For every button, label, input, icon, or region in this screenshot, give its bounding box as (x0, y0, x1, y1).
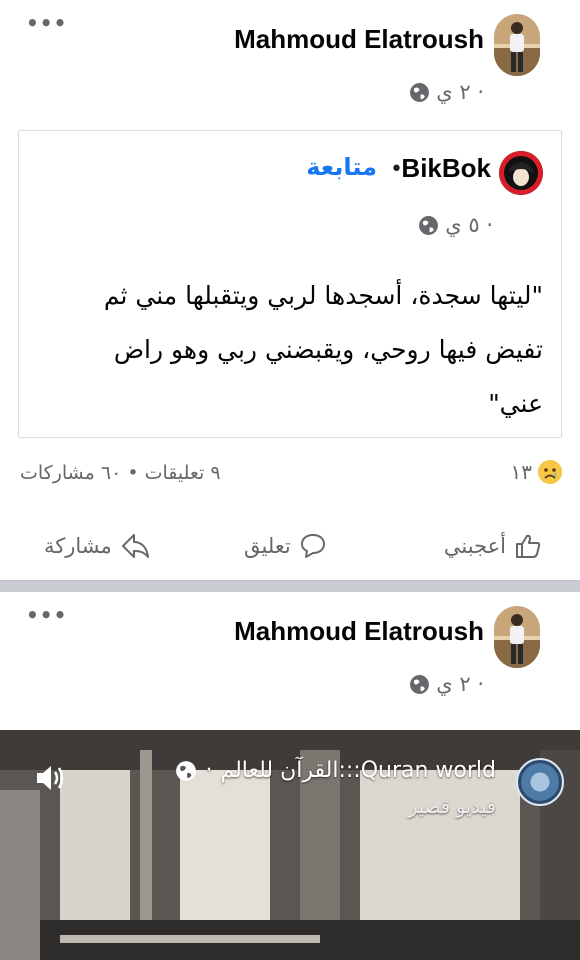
shared-time[interactable]: ٥ ي · (445, 213, 493, 237)
shared-meta: ٥ ي · (418, 213, 493, 237)
video-subtitle: فيديو قصير (408, 796, 496, 818)
post-card: ••• Mahmoud Elatroush ٢ ي · (0, 592, 580, 730)
reactions-summary[interactable]: ١٣ (511, 460, 562, 484)
avatar[interactable] (494, 606, 540, 668)
like-button[interactable]: أعجبني (444, 532, 542, 560)
like-label: أعجبني (443, 534, 506, 558)
comment-label: تعليق (244, 534, 291, 558)
sad-reaction-icon (538, 460, 562, 484)
post-author[interactable]: Mahmoud Elatroush (234, 24, 484, 55)
channel-header: · القرآن للعالم:::Quran world (175, 758, 496, 783)
shared-post[interactable]: BikBok • متابعة ٥ ي · "ليتها سجدة، أسجده… (18, 130, 562, 438)
post-time[interactable]: ٢ ي · (436, 672, 484, 696)
avatar-photo-icon (494, 14, 540, 76)
comment-button[interactable]: تعليق (244, 532, 327, 560)
share-button[interactable]: مشاركة (44, 532, 150, 560)
globe-icon (419, 215, 439, 235)
more-options-button[interactable]: ••• (26, 605, 67, 625)
avatar[interactable] (494, 14, 540, 76)
post-text: "ليتها سجدة، أسجدها لربي ويتقبلها مني ثم… (103, 281, 543, 418)
shared-author[interactable]: BikBok (401, 153, 491, 184)
reactions-count: ١٣ (510, 460, 532, 484)
channel-avatar[interactable] (516, 758, 564, 806)
more-options-button[interactable]: ••• (26, 13, 67, 33)
channel-name[interactable]: القرآن للعالم:::Quran world (220, 758, 496, 783)
share-icon (121, 534, 149, 558)
avatar-cartoon-icon (499, 151, 543, 195)
post-stats: ١٣ ٩ تعليقات • ٦٠ مشاركات (0, 452, 580, 492)
action-bar: أعجبني تعليق مشاركة (0, 522, 580, 572)
globe-icon (410, 82, 430, 102)
post-card: ••• Mahmoud Elatroush ٢ ي · BikBok • متا… (0, 0, 580, 580)
post-meta: ٢ ي · (409, 80, 484, 104)
avatar-photo-icon (494, 606, 540, 668)
post-meta: ٢ ي · (409, 672, 484, 696)
comment-icon (300, 534, 325, 558)
post-time[interactable]: ٢ ي · (436, 80, 484, 104)
volume-button[interactable] (34, 762, 70, 798)
comments-shares-count[interactable]: ٩ تعليقات • ٦٠ مشاركات (20, 462, 221, 484)
video-player[interactable]: · القرآن للعالم:::Quran world فيديو قصير (0, 730, 580, 960)
separator-dot: • (390, 157, 403, 182)
thumbs-up-icon (516, 534, 541, 558)
feed-separator (0, 580, 580, 592)
post-author[interactable]: Mahmoud Elatroush (234, 616, 484, 647)
follow-button[interactable]: متابعة (306, 153, 377, 181)
dot-separator: · (205, 758, 213, 783)
globe-icon (176, 760, 197, 781)
share-label: مشاركة (44, 534, 112, 558)
speaker-icon (37, 766, 64, 790)
shared-author-avatar[interactable] (499, 151, 543, 195)
globe-icon (410, 674, 430, 694)
